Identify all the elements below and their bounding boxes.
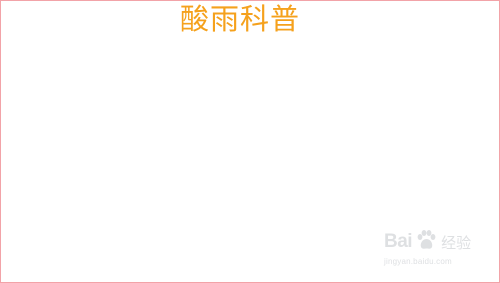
watermark-product-text: 经验: [441, 233, 472, 252]
baidu-jingyan-watermark: Bai 经验 jingyan.baidu.com: [382, 229, 492, 273]
watermark-logo: Bai 经验: [384, 229, 471, 255]
watermark-url: jingyan.baidu.com: [384, 257, 452, 266]
slide-title: 酸雨科普: [180, 2, 301, 36]
baidu-paw-icon: [414, 228, 438, 256]
watermark-brand-text: Bai: [384, 231, 413, 252]
